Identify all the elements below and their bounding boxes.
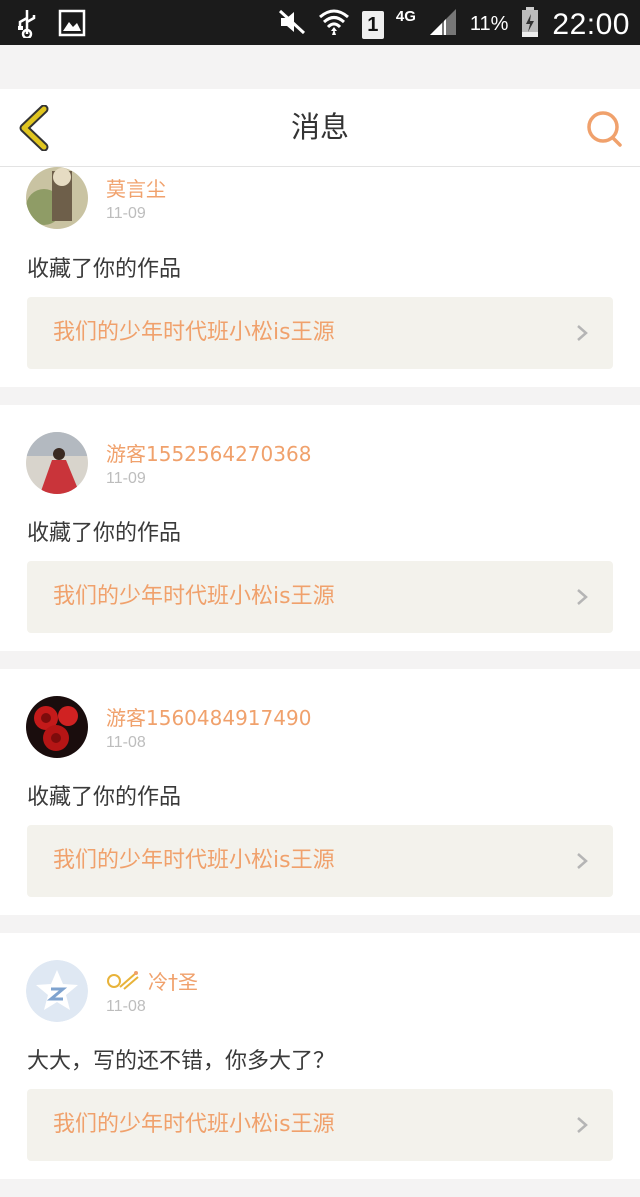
top-app-bar: 消息: [0, 89, 640, 167]
image-icon: [58, 9, 86, 41]
message-date: 11-09: [106, 205, 146, 222]
chevron-right-icon: [577, 1117, 588, 1133]
page-title: 消息: [290, 110, 349, 144]
battery-charging-icon: [520, 6, 540, 43]
message-text: 收藏了你的作品: [27, 257, 182, 282]
work-title: 我们的少年时代班小松is王源: [53, 584, 335, 609]
user-badge-icon: [106, 969, 140, 995]
message-card: 游客1552564270368 11-09 收藏了你的作品 我们的少年时代班小松…: [0, 405, 640, 651]
search-button[interactable]: [584, 109, 624, 149]
avatar[interactable]: [26, 167, 88, 229]
avatar[interactable]: [26, 696, 88, 758]
wifi-icon: [318, 7, 350, 42]
mute-icon: [278, 9, 306, 40]
work-title: 我们的少年时代班小松is王源: [53, 848, 335, 873]
search-icon: [587, 111, 622, 147]
usb-icon: [16, 8, 38, 42]
message-list: 莫言尘 11-09 收藏了你的作品 我们的少年时代班小松is王源 游客15525…: [0, 167, 640, 1197]
work-link[interactable]: 我们的少年时代班小松is王源: [27, 561, 613, 633]
sim-indicator: 1: [361, 10, 384, 39]
battery-percent: 11%: [469, 13, 509, 35]
username[interactable]: 游客1560484917490: [106, 702, 311, 731]
message-date: 11-09: [106, 470, 146, 487]
work-title: 我们的少年时代班小松is王源: [53, 1112, 335, 1137]
status-bar: 1 4G 11% 22:00: [0, 0, 640, 45]
message-date: 11-08: [106, 998, 146, 1015]
work-title: 我们的少年时代班小松is王源: [53, 320, 335, 345]
work-link[interactable]: 我们的少年时代班小松is王源: [27, 1089, 613, 1161]
username[interactable]: 游客1552564270368: [106, 438, 311, 467]
message-text: 收藏了你的作品: [27, 521, 182, 546]
work-link[interactable]: 我们的少年时代班小松is王源: [27, 825, 613, 897]
username[interactable]: 冷†圣: [148, 966, 198, 995]
network-type: 4G: [395, 8, 416, 25]
avatar[interactable]: [26, 960, 88, 1022]
message-card: 莫言尘 11-09 收藏了你的作品 我们的少年时代班小松is王源: [0, 167, 640, 387]
message-text: 大大，写的还不错，你多大了？: [27, 1049, 336, 1074]
chevron-right-icon: [577, 325, 588, 341]
message-card: 冷†圣 11-08 大大，写的还不错，你多大了？ 我们的少年时代班小松is王源: [0, 933, 640, 1179]
message-card: 游客1560484917490 11-08 收藏了你的作品 我们的少年时代班小松…: [0, 669, 640, 915]
work-link[interactable]: 我们的少年时代班小松is王源: [27, 297, 613, 369]
clock: 22:00: [552, 7, 630, 41]
message-date: 11-08: [106, 734, 146, 751]
message-text: 收藏了你的作品: [27, 785, 182, 810]
avatar[interactable]: [26, 432, 88, 494]
chevron-right-icon: [577, 589, 588, 605]
chevron-right-icon: [577, 853, 588, 869]
username[interactable]: 莫言尘: [106, 173, 166, 202]
signal-icon: [428, 7, 458, 42]
